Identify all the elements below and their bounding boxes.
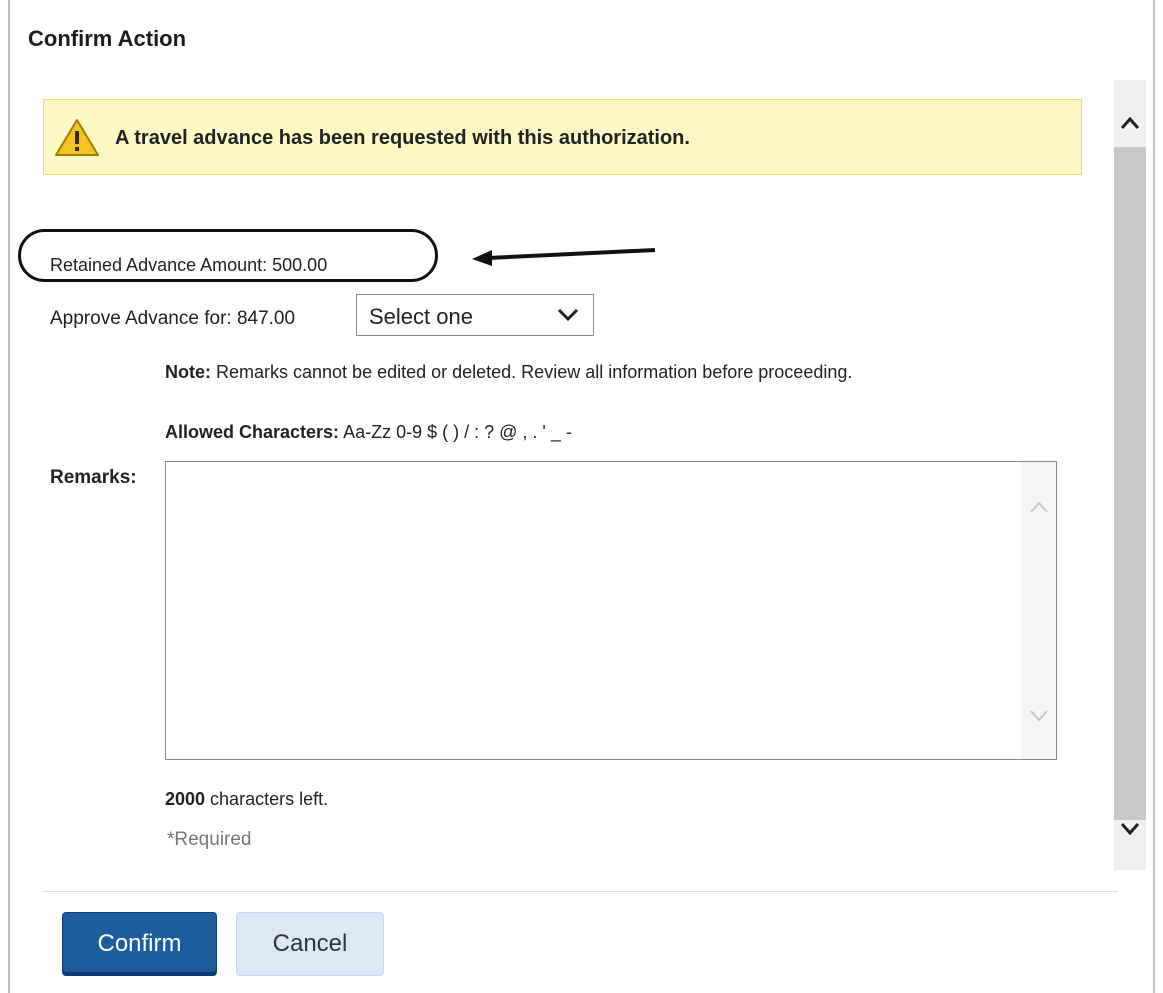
dialog-title: Confirm Action (28, 26, 187, 51)
remarks-textarea[interactable] (165, 461, 1057, 760)
confirm-button[interactable]: Confirm (62, 912, 217, 976)
scroll-down-icon[interactable] (1029, 709, 1049, 723)
remarks-label: Remarks: (50, 467, 137, 488)
scroll-up-icon[interactable] (1029, 500, 1049, 514)
note-body: Remarks cannot be edited or deleted. Rev… (211, 362, 853, 382)
allowed-characters: Allowed Characters: Aa-Zz 0-9 $ ( ) / : … (165, 422, 572, 443)
cancel-button[interactable]: Cancel (236, 912, 384, 976)
annotation-arrow-icon (472, 248, 656, 266)
allowed-body: Aa-Zz 0-9 $ ( ) / : ? @ , . ' _ - (339, 422, 572, 442)
alert-message: A travel advance has been requested with… (115, 127, 690, 149)
chevron-down-icon (557, 308, 579, 322)
note-prefix: Note: (165, 362, 211, 382)
scroll-up-icon[interactable] (1120, 116, 1140, 130)
characters-left: 2000 characters left. (165, 789, 328, 810)
characters-left-text: characters left. (205, 789, 329, 809)
approve-advance-label: Approve Advance for: 847.00 (50, 308, 296, 329)
note-text: Note: Remarks cannot be edited or delete… (165, 362, 852, 383)
approve-advance-select[interactable]: Select one (356, 294, 594, 336)
retained-advance-amount: Retained Advance Amount: 500.00 (50, 255, 328, 275)
required-note: *Required (167, 829, 252, 850)
footer-divider (43, 891, 1118, 892)
alert-banner: A travel advance has been requested with… (43, 99, 1082, 175)
dialog-scrollbar[interactable] (1114, 80, 1146, 870)
remarks-scrollbar[interactable] (1021, 462, 1056, 759)
select-value: Select one (369, 304, 473, 329)
characters-left-count: 2000 (165, 789, 206, 809)
warning-icon (55, 119, 99, 156)
scrollbar-thumb[interactable] (1114, 147, 1146, 820)
allowed-prefix: Allowed Characters: (165, 422, 340, 442)
scroll-down-icon[interactable] (1120, 822, 1140, 836)
